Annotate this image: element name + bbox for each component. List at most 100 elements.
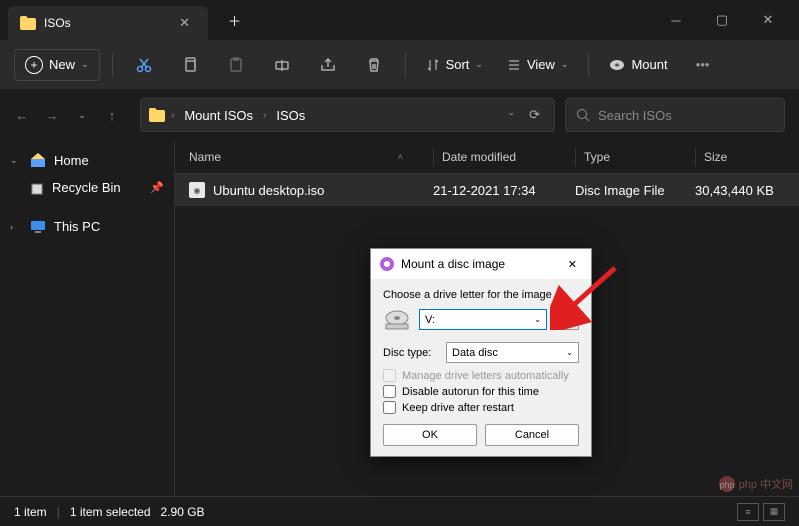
- dialog-close-button[interactable]: ✕: [562, 256, 583, 273]
- recycle-icon: [30, 181, 44, 195]
- search-placeholder: Search ISOs: [598, 108, 672, 123]
- status-selected: 1 item selected: [70, 505, 151, 519]
- status-size: 2.90 GB: [161, 505, 205, 519]
- view-label: View: [527, 57, 555, 72]
- up-button[interactable]: ↑: [104, 108, 120, 123]
- chevron-down-icon: ⌄: [534, 315, 541, 324]
- chevron-down-icon: ⌄: [10, 155, 22, 166]
- file-date: 21-12-2021 17:34: [433, 183, 575, 198]
- chk-disable-autorun[interactable]: Disable autorun for this time: [383, 385, 579, 398]
- chevron-down-icon: ⌄: [561, 59, 569, 70]
- breadcrumb-seg[interactable]: ISOs: [272, 108, 309, 123]
- cut-button[interactable]: [125, 46, 163, 84]
- sort-icon: [426, 58, 440, 72]
- folder-icon: [20, 16, 36, 30]
- forward-button[interactable]: →: [44, 108, 60, 123]
- mount-button[interactable]: Mount: [601, 57, 675, 72]
- file-row[interactable]: ◉ Ubuntu desktop.iso 21-12-2021 17:34 Di…: [175, 174, 799, 206]
- plus-icon: +: [25, 56, 43, 74]
- col-name[interactable]: Name ˄: [189, 150, 433, 164]
- checkbox: [383, 369, 396, 382]
- col-date[interactable]: Date modified: [433, 147, 575, 167]
- dialog-instruction: Choose a drive letter for the image: [383, 289, 579, 301]
- chevron-down-icon: ⌄: [81, 59, 89, 70]
- file-name: Ubuntu desktop.iso: [213, 183, 324, 198]
- back-button[interactable]: ←: [14, 108, 30, 123]
- dialog-titlebar: Mount a disc image ✕: [371, 249, 591, 279]
- nav-arrows: ← → ⌄ ↑: [14, 108, 120, 123]
- col-size[interactable]: Size: [695, 147, 799, 167]
- sidebar-label: Home: [54, 153, 89, 168]
- column-headers: Name ˄ Date modified Type Size: [175, 140, 799, 174]
- title-bar: ISOs ✕ ＋ ─ ▢ ✕: [0, 0, 799, 40]
- status-count: 1 item: [14, 505, 47, 519]
- disc-type-value: Data disc: [452, 347, 498, 359]
- navigation-bar: ← → ⌄ ↑ › Mount ISOs › ISOs ⌄ ⟳ Search I…: [0, 90, 799, 140]
- sidebar: ⌄ Home Recycle Bin 📌 › This PC: [0, 140, 175, 496]
- tab-title: ISOs: [44, 16, 165, 30]
- view-list-button[interactable]: ≡: [737, 503, 759, 521]
- mount-dialog: Mount a disc image ✕ Choose a drive lett…: [370, 248, 592, 457]
- drive-letter-select[interactable]: V: ⌄: [419, 309, 547, 330]
- separator: |: [57, 505, 60, 519]
- tab-isos[interactable]: ISOs ✕: [8, 6, 208, 40]
- home-icon: [30, 152, 46, 168]
- separator: [588, 53, 589, 77]
- more-button[interactable]: •••: [684, 46, 722, 84]
- cancel-button[interactable]: Cancel: [485, 424, 579, 446]
- minimize-button[interactable]: ─: [653, 4, 699, 36]
- refresh-button[interactable]: ⟳: [529, 107, 540, 123]
- file-type: Disc Image File: [575, 183, 695, 198]
- sidebar-item-thispc[interactable]: › This PC: [0, 213, 174, 240]
- view-icon: [507, 58, 521, 72]
- new-button[interactable]: + New ⌄: [14, 49, 100, 81]
- disc-type-select[interactable]: Data disc ⌄: [446, 342, 579, 363]
- col-type[interactable]: Type: [575, 147, 695, 167]
- rename-button[interactable]: [263, 46, 301, 84]
- separator: [405, 53, 406, 77]
- watermark: php php 中文网: [719, 476, 793, 492]
- copy-button[interactable]: [171, 46, 209, 84]
- chevron-right-icon: ›: [10, 222, 22, 232]
- checkbox[interactable]: [383, 385, 396, 398]
- search-box[interactable]: Search ISOs: [565, 98, 785, 132]
- breadcrumb-seg[interactable]: Mount ISOs: [180, 108, 257, 123]
- sidebar-item-recycle[interactable]: Recycle Bin 📌: [0, 174, 174, 201]
- dialog-icon: [379, 256, 395, 272]
- paste-button[interactable]: [217, 46, 255, 84]
- maximize-button[interactable]: ▢: [699, 4, 745, 36]
- pin-icon: 📌: [150, 181, 164, 194]
- recent-button[interactable]: ⌄: [74, 110, 90, 121]
- close-button[interactable]: ✕: [745, 4, 791, 36]
- delete-button[interactable]: [355, 46, 393, 84]
- tab-close-button[interactable]: ✕: [173, 13, 196, 33]
- share-button[interactable]: [309, 46, 347, 84]
- chevron-down-icon[interactable]: ⌄: [508, 107, 516, 123]
- new-tab-button[interactable]: ＋: [216, 3, 253, 38]
- dialog-title: Mount a disc image: [401, 257, 556, 271]
- drive-icon: [383, 310, 411, 330]
- sort-label: Sort: [446, 57, 470, 72]
- checkbox[interactable]: [383, 401, 396, 414]
- disc-type-label: Disc type:: [383, 347, 438, 359]
- sidebar-item-home[interactable]: ⌄ Home: [0, 146, 174, 174]
- sort-button[interactable]: Sort ⌄: [418, 57, 491, 72]
- drive-letter-value: V:: [425, 314, 435, 326]
- ok-button[interactable]: OK: [383, 424, 477, 446]
- view-button[interactable]: View ⌄: [499, 57, 577, 72]
- chk-keep-drive[interactable]: Keep drive after restart: [383, 401, 579, 414]
- sidebar-label: This PC: [54, 219, 100, 234]
- pc-icon: [30, 220, 46, 234]
- sidebar-label: Recycle Bin: [52, 180, 121, 195]
- address-bar[interactable]: › Mount ISOs › ISOs ⌄ ⟳: [140, 98, 555, 132]
- file-size: 30,43,440 KB: [695, 183, 799, 198]
- iso-file-icon: ◉: [189, 182, 205, 198]
- browse-button[interactable]: ...: [555, 309, 579, 330]
- chk-manage-auto: Manage drive letters automatically: [383, 369, 579, 382]
- window-controls: ─ ▢ ✕: [653, 4, 791, 36]
- separator: [112, 53, 113, 77]
- new-label: New: [49, 57, 75, 72]
- view-grid-button[interactable]: ▦: [763, 503, 785, 521]
- folder-icon: [149, 108, 165, 122]
- status-bar: 1 item | 1 item selected 2.90 GB ≡ ▦: [0, 496, 799, 526]
